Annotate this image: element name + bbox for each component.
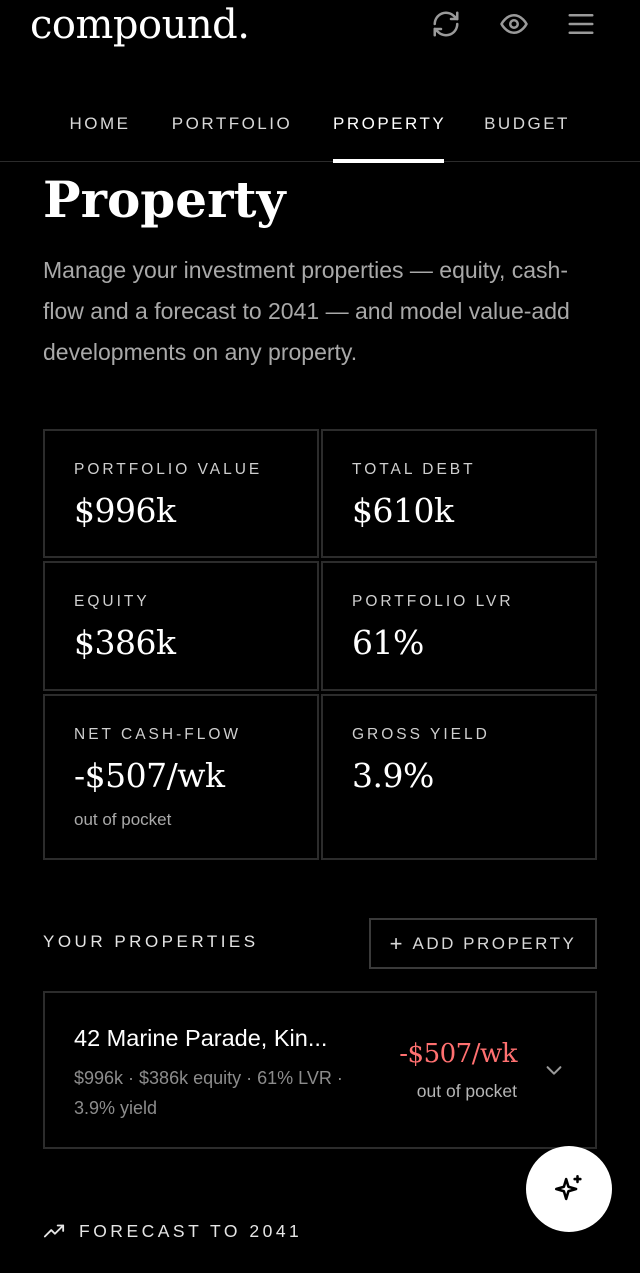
- menu-icon[interactable]: [563, 6, 599, 42]
- stat-label: PORTFOLIO VALUE: [74, 461, 263, 478]
- sparkles-icon: [554, 1174, 582, 1201]
- trending-up-icon: [43, 1224, 65, 1238]
- page-description: Manage your investment properties — equi…: [43, 257, 570, 365]
- tab-portfolio[interactable]: PORTFOLIO: [167, 100, 297, 162]
- property-name: 42 Marine Parade, Kin...: [74, 1025, 328, 1051]
- forecast-section-header[interactable]: FORECAST TO 2041: [43, 1220, 302, 1242]
- plus-icon: +: [389, 930, 403, 956]
- stat-card-portfolio-lvr: PORTFOLIO LVR 61%: [321, 561, 597, 691]
- stat-value: -$507/wk: [74, 756, 225, 795]
- stat-label: TOTAL DEBT: [352, 461, 476, 478]
- tab-home[interactable]: HOME: [62, 100, 138, 162]
- forecast-label: FORECAST TO 2041: [79, 1220, 303, 1241]
- property-cashflow-sub: out of pocket: [416, 1081, 517, 1101]
- section-label-your-properties: YOUR PROPERTIES: [43, 932, 259, 951]
- page-title: Property: [43, 170, 286, 229]
- stat-value: $996k: [74, 491, 176, 530]
- property-meta: $996k · $386k equity · 61% LVR · 3.9% yi…: [74, 1068, 343, 1118]
- eye-icon[interactable]: [496, 6, 532, 42]
- stat-label: EQUITY: [74, 593, 150, 610]
- property-cashflow: -$507/wk: [399, 1039, 517, 1069]
- ai-assistant-button[interactable]: [526, 1146, 612, 1232]
- stat-label: NET CASH-FLOW: [74, 726, 242, 743]
- stat-subtext: out of pocket: [74, 810, 172, 829]
- refresh-icon[interactable]: [428, 6, 464, 42]
- tab-budget[interactable]: BUDGET: [479, 100, 575, 162]
- property-card[interactable]: 42 Marine Parade, Kin... $996k · $386k e…: [43, 991, 597, 1149]
- main-nav: HOME PORTFOLIO PROPERTY BUDGET: [0, 100, 640, 163]
- stat-value: $386k: [74, 623, 176, 662]
- add-property-label: ADD PROPERTY: [412, 933, 577, 953]
- stat-card-gross-yield: GROSS YIELD 3.9%: [321, 694, 597, 860]
- stat-card-net-cash-flow: NET CASH-FLOW -$507/wk out of pocket: [43, 694, 319, 860]
- tab-property[interactable]: PROPERTY: [333, 100, 444, 163]
- app-logo[interactable]: compound.: [30, 0, 250, 50]
- stat-card-portfolio-value: PORTFOLIO VALUE $996k: [43, 429, 319, 558]
- stat-card-total-debt: TOTAL DEBT $610k: [321, 429, 597, 558]
- stat-card-equity: EQUITY $386k: [43, 561, 319, 691]
- chevron-down-icon[interactable]: [543, 1059, 565, 1081]
- stat-label: PORTFOLIO LVR: [352, 593, 514, 610]
- stat-label: GROSS YIELD: [352, 726, 490, 743]
- top-bar: compound.: [0, 0, 640, 60]
- stat-value: 3.9%: [352, 756, 434, 795]
- add-property-button[interactable]: + ADD PROPERTY: [369, 918, 597, 969]
- stat-value: $610k: [352, 491, 454, 530]
- stat-value: 61%: [352, 623, 424, 662]
